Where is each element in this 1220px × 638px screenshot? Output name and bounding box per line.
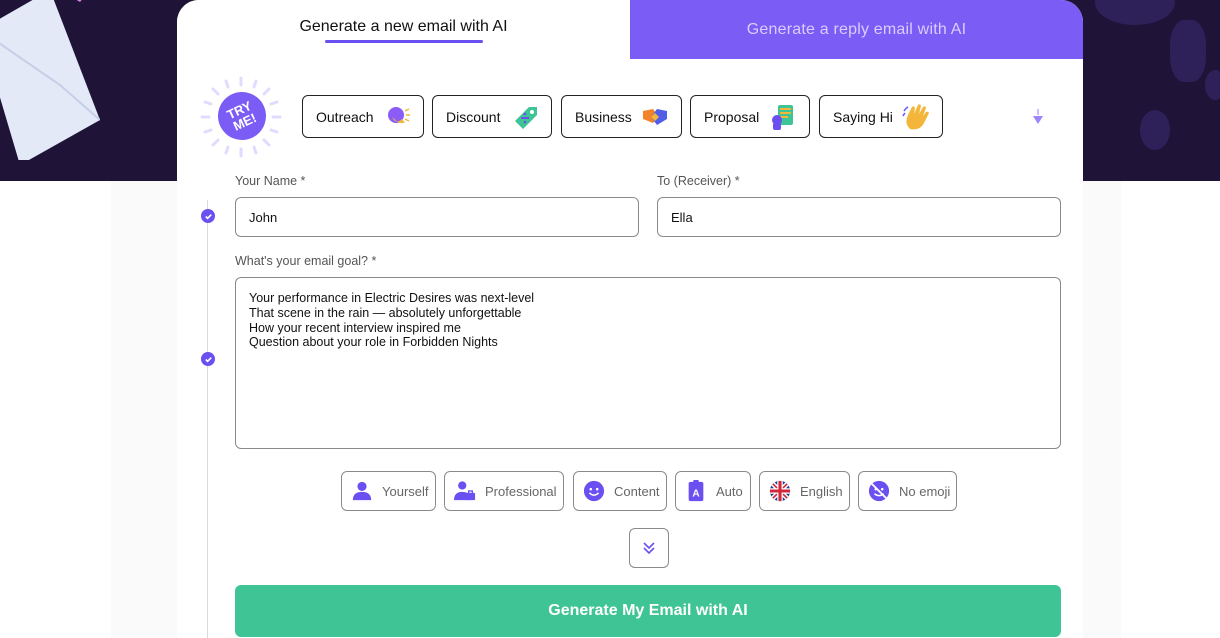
- goal-line: That scene in the rain — absolutely unfo…: [249, 305, 522, 320]
- template-chip-proposal[interactable]: Proposal: [690, 95, 810, 138]
- option-label: English: [800, 483, 843, 499]
- option-english[interactable]: English: [759, 471, 850, 511]
- tab-reply-email[interactable]: Generate a reply email with AI: [630, 0, 1083, 59]
- email-goal-label: What's your email goal? *: [235, 254, 377, 268]
- side-panel: [111, 181, 177, 638]
- tryme-label: TRY ME!: [224, 97, 259, 134]
- tab-reply-label: Generate a reply email with AI: [746, 20, 967, 38]
- your-name-label: Your Name *: [235, 174, 306, 188]
- template-chip-business[interactable]: Business: [561, 95, 682, 138]
- template-chip-saying-hi[interactable]: Saying Hi: [819, 95, 943, 138]
- template-chip-label: Discount: [446, 108, 501, 125]
- receiver-input[interactable]: Ella: [657, 197, 1061, 237]
- template-chip-label: Proposal: [704, 108, 760, 125]
- tab-new-label: Generate a new email with AI: [299, 18, 508, 35]
- template-chip-label: Outreach: [316, 108, 374, 125]
- decorative-shape: [1095, 0, 1175, 25]
- professional-icon: [453, 479, 477, 503]
- goal-line: Your performance in Electric Desires was…: [249, 291, 535, 305]
- letter-a-icon: A: [684, 479, 708, 503]
- pin-dropdown-icon[interactable]: [1031, 108, 1045, 126]
- email-goal-textarea[interactable]: Your performance in Electric Desires was…: [235, 277, 1061, 449]
- svg-text:A: A: [692, 489, 700, 500]
- uk-flag-icon: [768, 479, 792, 503]
- active-tab-indicator: [324, 40, 483, 43]
- receiver-label: To (Receiver) *: [657, 174, 740, 188]
- option-label: Auto: [716, 483, 743, 499]
- template-chip-label: Business: [575, 108, 632, 125]
- generate-email-button[interactable]: Generate My Email with AI: [235, 585, 1061, 637]
- option-auto[interactable]: A Auto: [675, 471, 751, 511]
- expand-options-button[interactable]: [629, 528, 669, 568]
- template-chip-label: Saying Hi: [833, 108, 893, 125]
- option-yourself[interactable]: Yourself: [341, 471, 436, 511]
- decorative-shape: [1140, 110, 1170, 150]
- option-content[interactable]: Content: [573, 471, 667, 511]
- waving-hand-icon: [902, 104, 929, 130]
- goal-line: How your recent interview inspired me: [249, 320, 461, 335]
- envelope-illustration: [0, 0, 100, 160]
- goal-line: Question about your role in Forbidden Ni…: [249, 335, 498, 350]
- template-chip-outreach[interactable]: Outreach: [302, 95, 424, 138]
- price-tag-icon: [515, 107, 537, 129]
- option-label: Content: [614, 483, 660, 499]
- person-icon: [350, 479, 374, 503]
- document-icon: [772, 105, 793, 130]
- option-label: Yourself: [382, 483, 429, 499]
- decorative-shape: [1170, 20, 1206, 82]
- tab-new-email[interactable]: Generate a new email with AI: [177, 0, 630, 59]
- no-emoji-icon: [867, 479, 891, 503]
- option-label: No emoji: [899, 483, 951, 499]
- option-label: Professional: [485, 483, 557, 499]
- person-speaking-icon: [388, 107, 410, 123]
- template-chip-discount[interactable]: Discount: [432, 95, 552, 138]
- step-check-icon: [201, 209, 215, 223]
- decorative-shape: [1205, 70, 1220, 100]
- step-check-icon: [201, 352, 215, 366]
- option-no-emoji[interactable]: No emoji: [858, 471, 957, 511]
- your-name-input[interactable]: John: [235, 197, 639, 237]
- handshake-icon: [643, 109, 667, 125]
- side-panel: [1083, 181, 1121, 638]
- option-professional[interactable]: Professional: [444, 471, 564, 511]
- timeline-line: [207, 200, 208, 638]
- double-chevron-down-icon: [643, 542, 655, 555]
- smiley-icon: [582, 479, 606, 503]
